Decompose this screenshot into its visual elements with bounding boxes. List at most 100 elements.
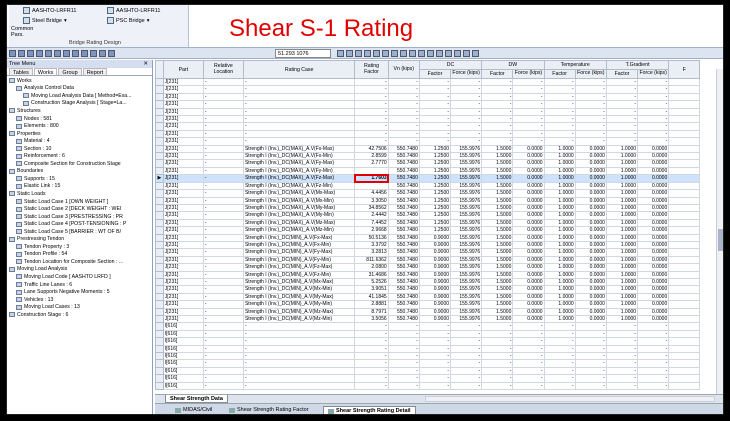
table-cell[interactable]: 0.0000: [512, 233, 545, 242]
tab-report[interactable]: Report: [82, 68, 108, 76]
table-cell[interactable]: -: [543, 374, 576, 383]
table-cell[interactable]: -: [418, 92, 452, 102]
table-cell[interactable]: 0.0000: [637, 181, 670, 191]
table-cell[interactable]: -: [543, 92, 576, 102]
table-cell[interactable]: J[231]: [162, 107, 204, 117]
table-row[interactable]: I[616] - - - - - - - - - - - -: [155, 329, 715, 339]
table-cell[interactable]: 0.0000: [574, 196, 607, 205]
table-cell[interactable]: -: [387, 85, 420, 94]
perspective-icon[interactable]: [445, 50, 452, 57]
table-cell[interactable]: 1.0000: [605, 196, 639, 205]
table-cell[interactable]: 1.0000: [543, 166, 576, 176]
table-cell[interactable]: 1.0000: [543, 270, 576, 279]
table-cell[interactable]: -: [512, 92, 545, 102]
table-cell[interactable]: -: [242, 359, 356, 368]
table-cell[interactable]: 155.9976: [450, 152, 483, 161]
table-cell[interactable]: -: [543, 115, 576, 124]
table-cell[interactable]: -: [605, 137, 639, 146]
table-cell[interactable]: -: [512, 129, 545, 139]
table-cell[interactable]: 1.2500: [418, 166, 452, 176]
table-cell[interactable]: -: [574, 381, 607, 391]
table-cell[interactable]: J[231]: [162, 196, 204, 205]
table-cell[interactable]: -: [637, 107, 670, 117]
table-cell[interactable]: 1.0000: [543, 285, 576, 294]
table-cell[interactable]: -: [512, 366, 545, 376]
table-cell[interactable]: -: [418, 137, 452, 146]
col-rating-factor[interactable]: Rating Factor: [354, 60, 389, 79]
row-header[interactable]: [155, 292, 164, 302]
table-row[interactable]: J[231] - - - - - - - - - - - -: [155, 129, 715, 139]
table-cell[interactable]: -: [202, 366, 244, 376]
table-cell[interactable]: -: [202, 292, 244, 302]
table-cell[interactable]: -: [354, 92, 389, 102]
table-cell[interactable]: -: [202, 152, 244, 161]
table-cell[interactable]: 1.2500: [418, 211, 452, 220]
table-cell[interactable]: -: [387, 359, 420, 368]
table-cell[interactable]: 0.0000: [512, 218, 545, 228]
table-cell[interactable]: J[231]: [162, 122, 204, 131]
table-cell[interactable]: 155.9976: [450, 314, 483, 324]
table-cell[interactable]: [668, 300, 701, 309]
table-row[interactable]: ▶ J[231] - Strength I (Inv.)_DC(MAX)_A.V(Fz…: [155, 173, 715, 184]
row-header[interactable]: [155, 166, 164, 176]
table-cell[interactable]: -: [512, 137, 545, 146]
table-cell[interactable]: 2.9668: [354, 226, 389, 235]
table-cell[interactable]: 0.0000: [574, 144, 607, 154]
table-cell[interactable]: 550.7480: [387, 240, 420, 250]
table-cell[interactable]: -: [242, 337, 356, 346]
table-cell[interactable]: 1.5000: [481, 189, 514, 198]
table-cell[interactable]: -: [574, 77, 607, 87]
steel-bridge-button[interactable]: Steel Bridge ▾: [23, 17, 67, 24]
table-cell[interactable]: -: [202, 174, 244, 183]
table-cell[interactable]: Strength I (Inv.)_DC(MIN)_A.V(My-Min): [242, 300, 356, 309]
table-cell[interactable]: -: [637, 322, 670, 331]
table-cell[interactable]: -: [202, 300, 244, 309]
tree-item[interactable]: Moving Load Code [ AASHTO LRFD ]: [7, 273, 152, 281]
table-cell[interactable]: [668, 85, 701, 94]
table-cell[interactable]: -: [387, 100, 420, 109]
table-cell[interactable]: [668, 137, 701, 146]
table-cell[interactable]: J[231]: [162, 189, 204, 198]
table-cell[interactable]: -: [418, 107, 452, 117]
table-cell[interactable]: 1.0000: [543, 181, 576, 191]
table-cell[interactable]: J[231]: [162, 92, 204, 102]
table-cell[interactable]: -: [354, 359, 389, 368]
table-cell[interactable]: Strength I (Inv.)_DC(MAX)_A.V(Mx-Min): [242, 196, 356, 205]
table-cell[interactable]: 155.9976: [450, 218, 483, 228]
table-cell[interactable]: -: [202, 189, 244, 198]
table-cell[interactable]: -: [387, 374, 420, 383]
table-cell[interactable]: 1.5000: [481, 255, 514, 265]
table-cell[interactable]: 811.6362: [354, 255, 389, 265]
table-cell[interactable]: 1.0000: [543, 263, 576, 272]
table-cell[interactable]: -: [450, 122, 483, 131]
table-cell[interactable]: -: [512, 374, 545, 383]
table-cell[interactable]: -: [450, 381, 483, 391]
table-cell[interactable]: -: [418, 329, 452, 339]
table-cell[interactable]: [668, 92, 701, 102]
tree-item[interactable]: Construction Stage Analysis [ Stage=La..…: [7, 100, 152, 108]
table-cell[interactable]: 0.0000: [574, 255, 607, 265]
row-header[interactable]: [155, 129, 164, 139]
table-cell[interactable]: 3.3050: [354, 196, 389, 205]
table-cell[interactable]: -: [242, 85, 356, 94]
table-cell[interactable]: 3.2813: [354, 248, 389, 257]
tree-item[interactable]: Construction Stage : 6: [7, 311, 152, 319]
table-cell[interactable]: -: [637, 352, 670, 361]
tree-item[interactable]: Static Load Case 5 [BARRIER : WT OF B/: [7, 228, 152, 236]
table-cell[interactable]: -: [605, 366, 639, 376]
table-cell[interactable]: 1.5000: [481, 181, 514, 191]
table-cell[interactable]: [668, 233, 701, 242]
table-cell[interactable]: -: [450, 359, 483, 368]
table-cell[interactable]: 1.5000: [481, 196, 514, 205]
row-header[interactable]: [155, 100, 164, 109]
table-cell[interactable]: 550.7480: [387, 181, 420, 191]
table-cell[interactable]: Strength I (Inv.)_DC(MIN)_A.V(Mx-Max): [242, 277, 356, 287]
table-cell[interactable]: -: [418, 77, 452, 87]
table-cell[interactable]: -: [354, 107, 389, 117]
table-cell[interactable]: -: [605, 85, 639, 94]
table-cell[interactable]: [668, 240, 701, 250]
table-cell[interactable]: -: [637, 359, 670, 368]
table-cell[interactable]: -: [387, 381, 420, 391]
table-row[interactable]: J[231] - Strength I (Inv.)_DC(MAX)_A.V(Mz-…: [155, 226, 715, 235]
row-header[interactable]: [155, 203, 164, 213]
